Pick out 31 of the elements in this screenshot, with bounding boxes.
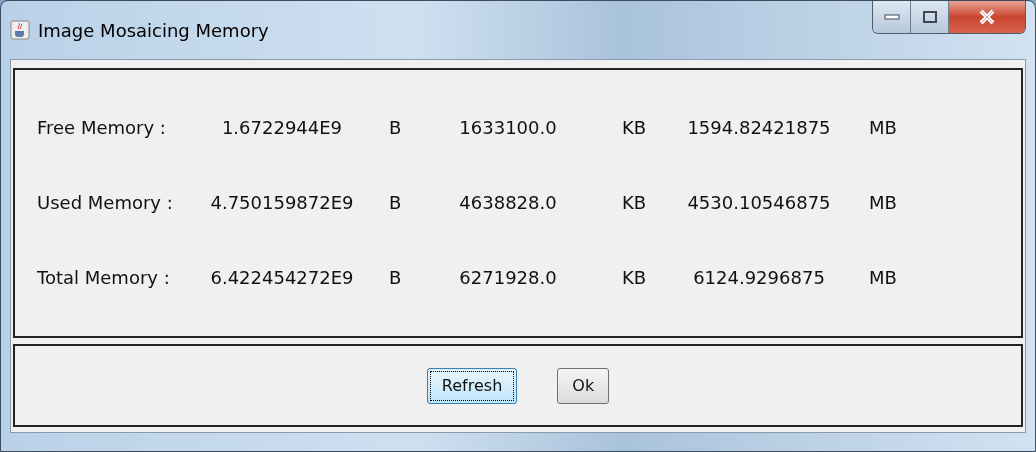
cup-icon (10, 20, 30, 40)
memory-label: Used Memory : (37, 191, 173, 213)
minimize-icon (883, 14, 900, 20)
close-icon (978, 9, 996, 25)
value-text: 4530.10546875 (687, 191, 831, 213)
close-button[interactable] (949, 1, 1025, 33)
dialog-button[interactable]: Ok (557, 367, 610, 404)
unit-text: KB (622, 266, 647, 288)
maximize-icon (922, 11, 937, 23)
unit-text: KB (622, 116, 647, 138)
minimize-button[interactable] (873, 1, 911, 33)
value-text: 1.6722944E9 (221, 116, 343, 138)
value-text: 6.422454272E9 (210, 266, 354, 288)
unit-text: B (389, 191, 402, 213)
unit-text: B (389, 116, 402, 138)
maximize-button[interactable] (911, 1, 949, 33)
unit-text: MB (869, 266, 897, 288)
memory-label: Free Memory : (37, 116, 166, 138)
value-text: 6271928.0 (459, 266, 557, 288)
unit-text: MB (869, 116, 897, 138)
unit-text: B (389, 266, 402, 288)
value-text: 1633100.0 (459, 116, 557, 138)
value-text: 6124.9296875 (693, 266, 825, 288)
value-text: 4.750159872E9 (210, 191, 354, 213)
value-text: 4638828.0 (459, 191, 557, 213)
window-title: Image Mosaicing Memory (38, 18, 269, 43)
dialog-button[interactable]: Refresh (426, 367, 518, 404)
unit-text: MB (869, 191, 897, 213)
memory-label: Total Memory : (37, 266, 170, 288)
unit-text: KB (622, 191, 647, 213)
value-text: 1594.82421875 (687, 116, 831, 138)
